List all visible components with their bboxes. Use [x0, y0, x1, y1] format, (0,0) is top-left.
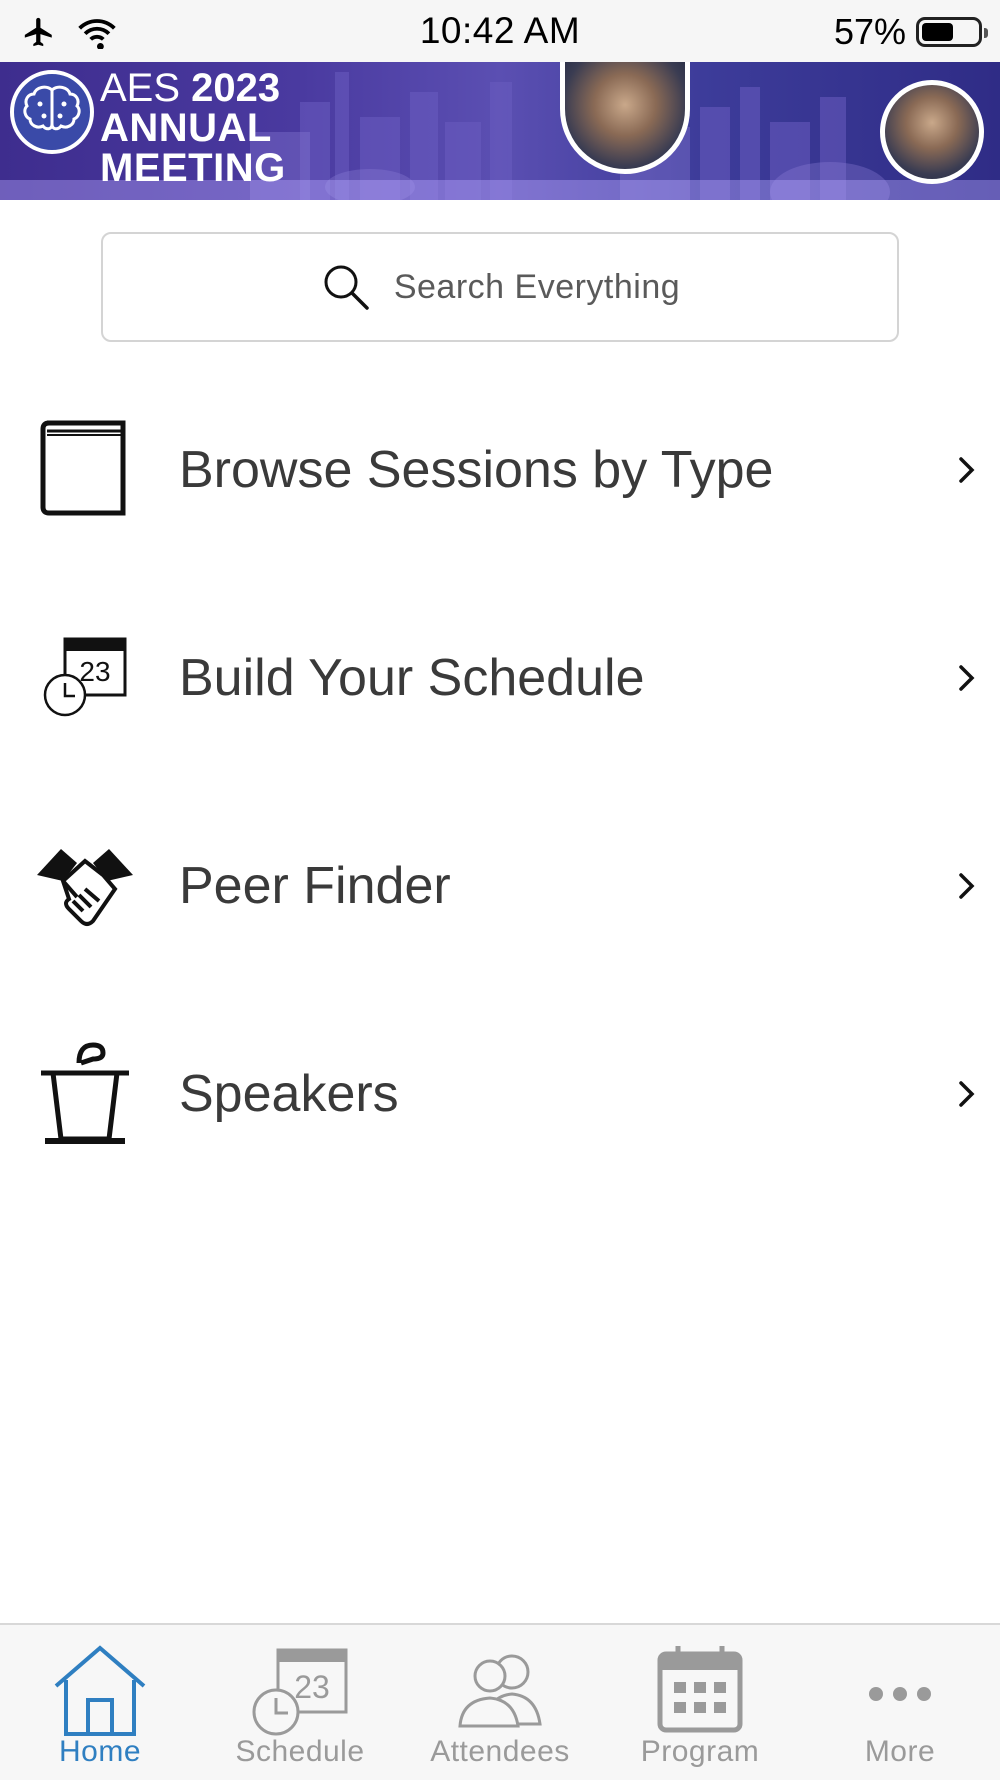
search-placeholder: Search Everything	[393, 267, 681, 306]
chevron-right-icon	[959, 873, 975, 899]
chevron-right-icon	[959, 457, 975, 483]
search-icon	[324, 265, 369, 310]
svg-text:23: 23	[294, 1669, 330, 1705]
brain-icon	[23, 85, 81, 131]
banner-title: AES 2023 ANNUAL MEETING	[100, 68, 286, 188]
menu-item-peer-finder[interactable]: Peer Finder	[0, 786, 1000, 986]
tab-more[interactable]: More	[800, 1635, 1000, 1775]
handshake-icon	[30, 831, 140, 941]
tab-label: Program	[640, 1735, 760, 1768]
status-right: 57%	[833, 11, 988, 52]
svg-text:23: 23	[79, 656, 110, 687]
bottom-tab-bar: Home 23 Schedule Attendees Program More	[0, 1623, 1000, 1780]
event-banner: AES 2023 ANNUAL MEETING	[0, 62, 1000, 200]
more-dots-icon	[845, 1640, 955, 1740]
menu-item-label: Browse Sessions by Type	[179, 441, 774, 499]
status-bar: 10:42 AM 57%	[0, 0, 1000, 62]
banner-year: 2023	[191, 66, 281, 110]
aes-brain-logo	[10, 70, 94, 154]
tab-home[interactable]: Home	[0, 1635, 200, 1775]
tab-label: Schedule	[235, 1735, 365, 1768]
menu-item-browse-sessions[interactable]: Browse Sessions by Type	[0, 370, 1000, 570]
tab-attendees[interactable]: Attendees	[400, 1635, 600, 1775]
home-icon	[45, 1640, 155, 1740]
chevron-right-icon	[959, 1081, 975, 1107]
people-icon	[445, 1640, 555, 1740]
podium-icon	[30, 1039, 140, 1149]
tab-label: More	[864, 1735, 936, 1768]
calendar-clock-icon: 23	[245, 1640, 355, 1740]
menu-item-speakers[interactable]: Speakers	[0, 994, 1000, 1194]
tab-schedule[interactable]: 23 Schedule	[200, 1635, 400, 1775]
book-icon	[30, 415, 140, 525]
banner-title-line1: AES 2023	[100, 68, 286, 108]
menu-item-label: Build Your Schedule	[179, 649, 645, 707]
menu-item-label: Speakers	[179, 1065, 399, 1123]
calendar-clock-icon: 23	[30, 623, 140, 733]
attendee-photo-right	[880, 80, 984, 184]
tab-label: Attendees	[430, 1735, 570, 1768]
menu-item-build-schedule[interactable]: 23 Build Your Schedule	[0, 578, 1000, 778]
battery-percent: 57%	[833, 11, 906, 52]
banner-org: AES	[100, 66, 181, 110]
battery-icon	[916, 17, 988, 47]
banner-title-line3: MEETING	[100, 146, 286, 190]
tab-label: Home	[58, 1735, 142, 1768]
calendar-grid-icon	[645, 1640, 755, 1740]
banner-title-line2: ANNUAL	[100, 106, 272, 150]
menu-item-label: Peer Finder	[179, 857, 451, 915]
chevron-right-icon	[959, 665, 975, 691]
search-field[interactable]: Search Everything	[101, 232, 899, 342]
tab-program[interactable]: Program	[600, 1635, 800, 1775]
battery-fill	[922, 23, 953, 41]
